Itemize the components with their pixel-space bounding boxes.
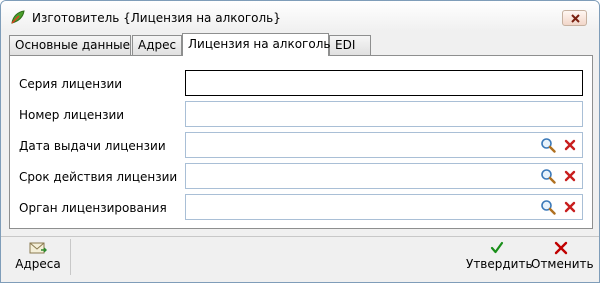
- license-number-label: Номер лицензии: [19, 108, 125, 122]
- validity-term-label: Срок действия лицензии: [19, 170, 178, 184]
- dialog-window: Изготовитель {Лицензия на алкоголь} Осно…: [0, 0, 600, 283]
- envelope-icon: [29, 242, 47, 254]
- title-bar[interactable]: Изготовитель {Лицензия на алкоголь}: [1, 1, 599, 31]
- cancel-label: Отменить: [531, 257, 594, 271]
- validity-term-input[interactable]: [185, 163, 583, 189]
- close-icon: [571, 14, 580, 23]
- issue-date-input[interactable]: [185, 132, 583, 158]
- checkmark-icon: [490, 241, 504, 254]
- clear-icon[interactable]: [564, 201, 576, 213]
- search-icon[interactable]: [540, 137, 556, 153]
- cancel-button[interactable]: Отменить: [531, 241, 594, 271]
- issue-date-label: Дата выдачи лицензии: [19, 139, 166, 153]
- search-icon[interactable]: [540, 199, 556, 215]
- footer-divider: [70, 239, 71, 275]
- tab-address[interactable]: Адрес: [132, 35, 182, 55]
- addresses-button[interactable]: Адреса: [13, 241, 63, 271]
- confirm-label: Утвердить: [466, 257, 533, 271]
- tab-alcohol-license[interactable]: Лицензия на алкоголь: [182, 33, 330, 56]
- addresses-label: Адреса: [15, 257, 61, 271]
- tab-strip: Основные данные Адрес Лицензия на алкого…: [9, 33, 593, 56]
- tab-main-data[interactable]: Основные данные: [9, 35, 131, 55]
- license-number-input[interactable]: [185, 101, 583, 127]
- clear-icon[interactable]: [564, 170, 576, 182]
- license-series-label: Серия лицензии: [19, 77, 123, 91]
- cross-icon: [554, 241, 568, 255]
- search-icon[interactable]: [540, 168, 556, 184]
- app-leaf-icon: [11, 10, 25, 24]
- confirm-button[interactable]: Утвердить: [466, 241, 533, 271]
- tab-edi[interactable]: EDI: [329, 35, 371, 55]
- license-series-input[interactable]: [185, 70, 583, 96]
- window-title: Изготовитель {Лицензия на алкоголь}: [32, 11, 281, 25]
- window-close-button[interactable]: [562, 10, 587, 26]
- licensing-authority-input[interactable]: [185, 194, 583, 220]
- clear-icon[interactable]: [564, 139, 576, 151]
- licensing-authority-label: Орган лицензирования: [19, 201, 167, 215]
- footer-separator: [1, 236, 599, 237]
